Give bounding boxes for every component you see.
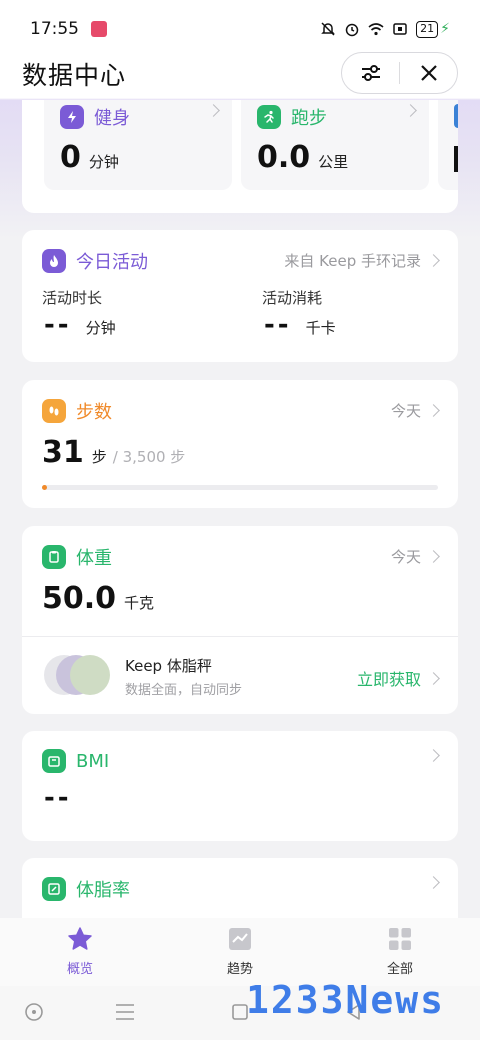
chevron-right-icon <box>427 671 440 685</box>
bmi-value: -- <box>44 783 72 813</box>
body-fat-icon <box>42 877 66 901</box>
chevron-right-icon <box>404 104 417 117</box>
chevron-right-icon <box>207 104 220 117</box>
tab-trends[interactable]: 趋势 <box>200 926 280 977</box>
watermark-text: 1233News <box>246 978 446 1022</box>
fitness-unit: 分钟 <box>88 153 119 171</box>
status-time: 17:55 <box>30 19 79 39</box>
wifi-icon <box>368 23 384 36</box>
steps-goal: / 3,500 步 <box>112 448 186 466</box>
running-value: 0.0 <box>257 140 311 175</box>
duration-unit: 分钟 <box>85 319 116 337</box>
steps-progress-bar <box>42 485 438 490</box>
trend-chart-icon <box>227 926 253 952</box>
grid-icon <box>387 926 413 952</box>
running-tile[interactable]: 跑步 0.0 公里 <box>241 100 429 190</box>
scale-promo-row[interactable]: Keep 体脂秤 数据全面，自动同步 立即获取 <box>22 636 458 714</box>
fitness-title: 健身 <box>94 108 130 129</box>
weight-unit: 千克 <box>124 594 155 612</box>
steps-progress-fill <box>42 485 47 490</box>
fitness-tile[interactable]: 健身 0 分钟 <box>44 100 232 190</box>
tab-overview[interactable]: 概览 <box>40 926 120 977</box>
duration-label: 活动时长 <box>42 289 103 307</box>
next-tile-icon-edge <box>454 104 458 128</box>
nav-menu-button[interactable] <box>113 1000 137 1024</box>
tab-all[interactable]: 全部 <box>360 926 440 977</box>
calorie-unit: 千卡 <box>305 319 336 337</box>
steps-title: 步数 <box>76 402 112 423</box>
get-now-button[interactable]: 立即获取 <box>357 666 421 690</box>
close-icon <box>420 65 437 81</box>
chevron-right-icon <box>427 254 440 267</box>
activity-title: 今日活动 <box>76 252 148 273</box>
next-sport-tile[interactable] <box>438 100 458 190</box>
scale-promo-desc: 数据全面，自动同步 <box>125 683 243 698</box>
scale-promo-name: Keep 体脂秤 <box>125 657 212 675</box>
charging-icon: ⚡ <box>440 21 450 37</box>
flame-icon <box>42 249 66 273</box>
nav-assistant-button[interactable] <box>22 1000 46 1024</box>
close-button[interactable] <box>400 52 457 94</box>
chevron-right-icon <box>427 749 440 762</box>
bmi-card[interactable]: BMI -- <box>22 731 458 841</box>
scale-icon <box>42 749 66 773</box>
page-title: 数据中心 <box>22 61 127 90</box>
today-activity-card[interactable]: 今日活动 来自 Keep 手环记录 活动时长 -- 分钟 活动消耗 -- 千卡 <box>22 230 458 362</box>
body-fat-scale-image <box>44 655 110 697</box>
tab-trends-label: 趋势 <box>226 962 253 977</box>
star-icon <box>67 926 93 952</box>
sim-icon <box>393 23 407 35</box>
settings-sliders-button[interactable] <box>342 52 399 94</box>
battery-level: 21 <box>416 20 439 38</box>
tab-overview-label: 概览 <box>66 962 93 977</box>
tab-all-label: 全部 <box>386 962 413 977</box>
mini-program-capsule <box>341 52 458 94</box>
running-unit: 公里 <box>318 153 349 171</box>
footprints-icon <box>42 399 66 423</box>
running-title: 跑步 <box>291 108 327 129</box>
steps-unit: 步 <box>91 448 107 466</box>
steps-date: 今天 <box>390 402 421 420</box>
duration-value: -- <box>44 310 72 340</box>
bottom-tab-bar: 概览 趋势 全部 <box>0 918 480 986</box>
chevron-right-icon <box>427 550 440 563</box>
fitness-value: 0 <box>60 140 81 175</box>
page-header: 数据中心 <box>0 52 480 98</box>
steps-value: 31 <box>42 435 84 470</box>
next-tile-value-edge <box>454 146 458 172</box>
weight-value: 50.0 <box>42 581 117 616</box>
lightning-icon <box>60 105 84 129</box>
calorie-value: -- <box>264 310 292 340</box>
weight-date: 今天 <box>390 548 421 566</box>
battery-indicator: 21 ⚡ <box>416 20 450 38</box>
bmi-title: BMI <box>76 750 110 772</box>
activity-source: 来自 Keep 手环记录 <box>284 252 421 270</box>
running-person-icon <box>257 105 281 129</box>
status-bar: 17:55 21 ⚡ <box>0 0 480 58</box>
notification-app-icon <box>91 21 107 37</box>
status-icons: 21 ⚡ <box>320 20 450 38</box>
body-fat-title: 体脂率 <box>76 880 130 901</box>
chevron-right-icon <box>427 404 440 417</box>
sliders-icon <box>361 65 380 81</box>
mute-bell-icon <box>321 22 335 36</box>
sport-summary-card: 健身 0 分钟 跑步 0.0 公里 <box>22 100 458 213</box>
menu-icon <box>116 1004 134 1020</box>
steps-card[interactable]: 步数 今天 31 步 / 3,500 步 <box>22 380 458 508</box>
weight-card[interactable]: 体重 今天 50.0 千克 Keep 体脂秤 数据全面，自动同步 立即获取 <box>22 526 458 714</box>
weight-title: 体重 <box>76 548 112 569</box>
alarm-icon <box>345 23 359 37</box>
clipboard-icon <box>42 545 66 569</box>
calorie-label: 活动消耗 <box>262 289 323 307</box>
circle-dot-icon <box>25 1003 43 1021</box>
chevron-right-icon <box>427 876 440 889</box>
